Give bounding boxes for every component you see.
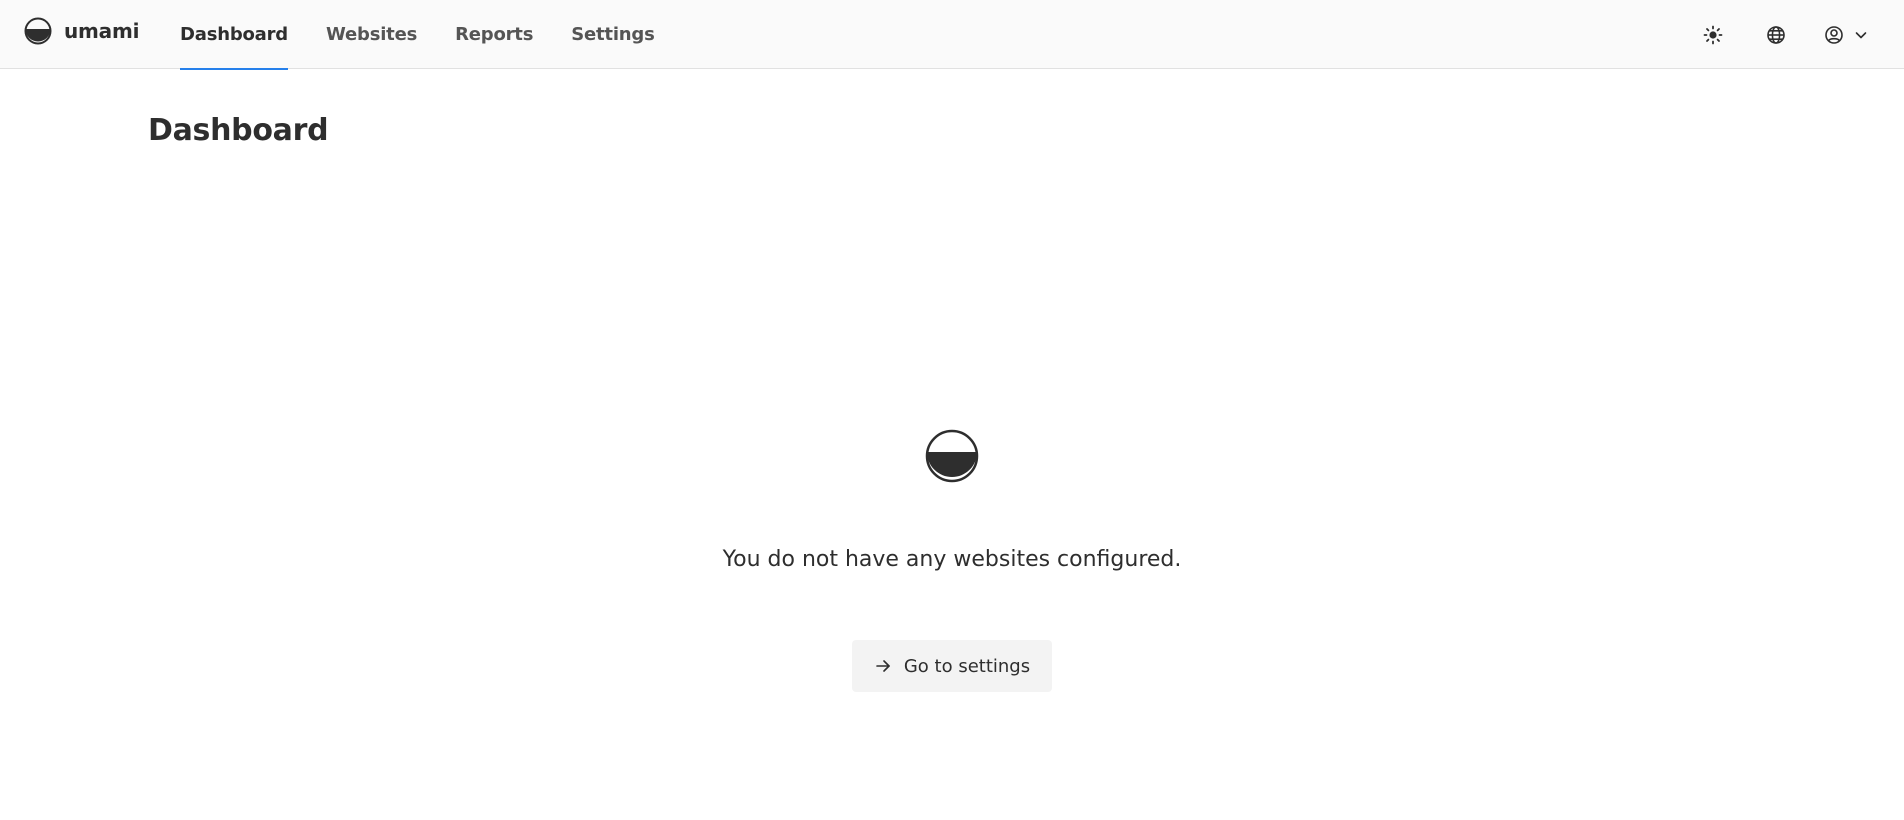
header-actions xyxy=(1668,0,1874,69)
nav-item-label: Websites xyxy=(325,24,418,45)
nav-item-websites[interactable]: Websites xyxy=(326,0,417,69)
empty-state-message: You do not have any websites configured. xyxy=(722,547,1182,572)
nav-item-label: Dashboard xyxy=(180,24,288,45)
nav-item-label: Reports xyxy=(455,24,534,45)
brand-logo-link[interactable]: umami xyxy=(24,17,139,45)
page-title: Dashboard xyxy=(148,113,329,148)
nav-item-dashboard[interactable]: Dashboard xyxy=(180,0,288,70)
top-navigation-bar: umami Dashboard Websites Reports Setting… xyxy=(0,0,1904,70)
globe-icon xyxy=(1767,25,1785,44)
empty-state: You do not have any websites configured.… xyxy=(148,429,1756,692)
theme-toggle-button[interactable] xyxy=(1695,17,1731,53)
user-circle-icon xyxy=(1825,25,1843,44)
nav-item-settings[interactable]: Settings xyxy=(571,0,655,69)
main-nav: Dashboard Websites Reports Settings xyxy=(180,0,693,70)
nav-item-reports[interactable]: Reports xyxy=(455,0,533,69)
umami-logo-icon xyxy=(925,429,979,483)
brand-name: umami xyxy=(64,19,140,43)
go-to-settings-button[interactable]: Go to settings xyxy=(851,640,1053,692)
sun-icon xyxy=(1703,25,1723,44)
chevron-down-icon xyxy=(1855,31,1867,38)
language-button[interactable] xyxy=(1758,17,1794,53)
arrow-right-icon xyxy=(876,660,890,672)
go-to-settings-label: Go to settings xyxy=(903,655,1031,677)
profile-menu-button[interactable] xyxy=(1818,17,1874,53)
nav-item-label: Settings xyxy=(571,24,655,45)
umami-logo-icon xyxy=(24,17,52,45)
main-content: Dashboard You do not have any websites c… xyxy=(148,69,1756,820)
